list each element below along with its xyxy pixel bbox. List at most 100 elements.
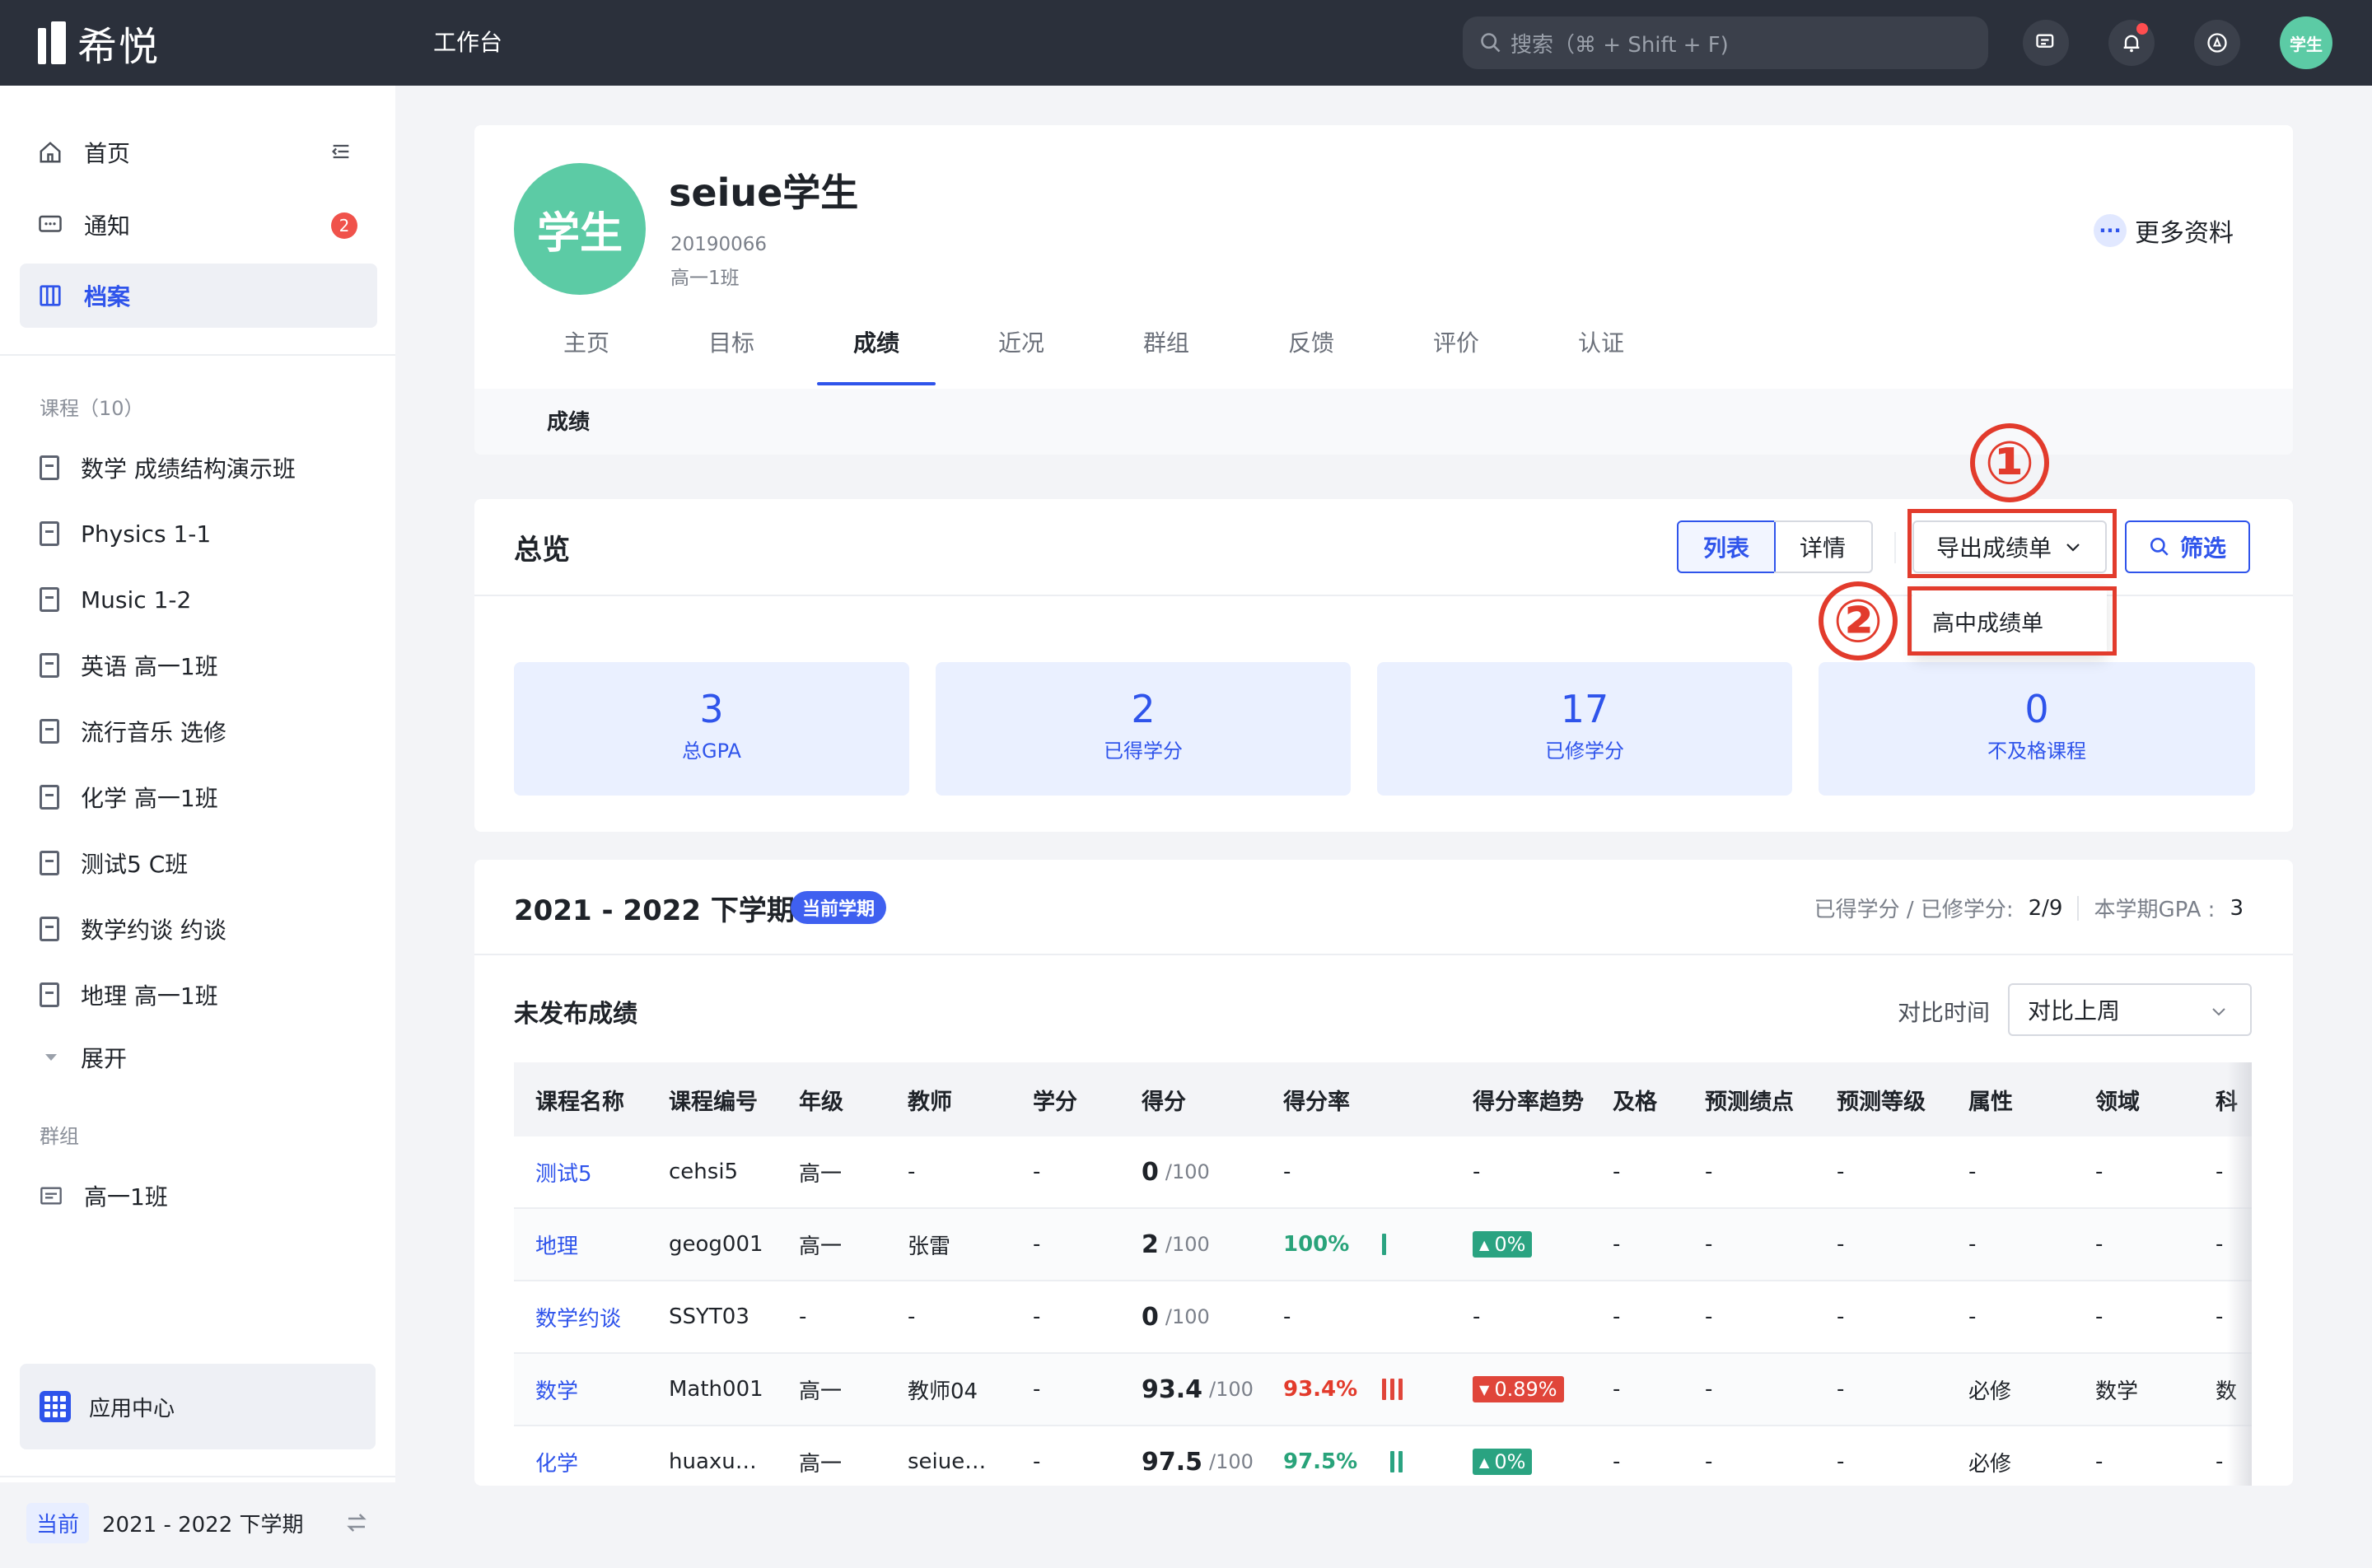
toolbar-separator bbox=[1894, 532, 1896, 563]
compare-time-label: 对比时间 bbox=[1898, 999, 1991, 1026]
settings-button[interactable] bbox=[2194, 20, 2240, 66]
workbench-link[interactable]: 工作台 bbox=[433, 25, 502, 58]
sidebar-item-home[interactable]: 首页 bbox=[20, 120, 377, 184]
unread-dot bbox=[2136, 23, 2148, 35]
tab-groups[interactable]: 群组 bbox=[1094, 323, 1239, 385]
grade-cell: 高一 bbox=[799, 1451, 843, 1477]
current-term-label: 2021 - 2022 下学期 bbox=[102, 1512, 304, 1538]
term-gpa-label: 本学期GPA : bbox=[2094, 898, 2216, 922]
sidebar-course-item[interactable]: 流行音乐 选修 bbox=[40, 707, 226, 756]
teacher-cell: seiue… bbox=[908, 1449, 987, 1474]
stat-failed-courses: 0 不及格课程 bbox=[1819, 662, 2255, 796]
sidebar-course-item[interactable]: Physics 1-1 bbox=[40, 509, 211, 558]
course-file-icon bbox=[40, 982, 59, 1007]
course-name-link[interactable]: 数学约谈 bbox=[535, 1281, 621, 1352]
view-detail-button[interactable]: 详情 bbox=[1774, 520, 1873, 573]
stat-total-gpa: 3 总GPA bbox=[514, 662, 909, 796]
course-name-link[interactable]: 化学 bbox=[535, 1426, 578, 1486]
group-label: 高一1班 bbox=[84, 1183, 168, 1211]
field-cell: - bbox=[2095, 1304, 2104, 1329]
sidebar-course-item[interactable]: Music 1-2 bbox=[40, 575, 191, 624]
course-name-link[interactable]: 数学 bbox=[535, 1354, 578, 1425]
unpublished-grades-title: 未发布成绩 bbox=[514, 1000, 637, 1029]
notification-button[interactable] bbox=[2108, 20, 2155, 66]
course-label: Music 1-2 bbox=[81, 586, 192, 614]
course-name-link[interactable]: 测试5 bbox=[535, 1136, 592, 1207]
tab-home[interactable]: 主页 bbox=[514, 323, 659, 385]
expand-courses-button[interactable]: 展开 bbox=[43, 1041, 127, 1074]
more-info-button[interactable]: ··· 更多资料 bbox=[2094, 212, 2234, 249]
subtab-grades[interactable]: 成绩 bbox=[547, 405, 590, 436]
table-row[interactable]: 化学 huaxu… 高一 seiue… - 97.5/100 97.5% ▲ 0% - - - 必修 - - bbox=[514, 1426, 2252, 1486]
sidebar-item-label: 首页 bbox=[84, 140, 131, 167]
app-center-button[interactable]: 应用中心 bbox=[20, 1364, 376, 1449]
course-name-link[interactable]: 地理 bbox=[535, 1209, 578, 1280]
column-header: 年级 bbox=[799, 1089, 843, 1115]
credit-cell: - bbox=[1033, 1449, 1041, 1474]
search-input[interactable]: 搜索（⌘ + Shift + F) bbox=[1463, 16, 1988, 69]
swap-icon[interactable] bbox=[344, 1510, 369, 1541]
compare-time-select[interactable]: 对比上周 bbox=[2008, 983, 2252, 1036]
user-avatar[interactable]: 学生 bbox=[2280, 16, 2332, 69]
stat-label: 已修学分 bbox=[1545, 740, 1624, 763]
rate-bar bbox=[1382, 1379, 1387, 1400]
subject-cell: - bbox=[2216, 1232, 2224, 1257]
score-rate-value: 93.4% bbox=[1283, 1377, 1358, 1402]
sidebar-course-item[interactable]: 地理 高一1班 bbox=[40, 970, 218, 1020]
score-max: /100 bbox=[1165, 1305, 1210, 1328]
view-list-button[interactable]: 列表 bbox=[1677, 520, 1776, 573]
term-title: 2021 - 2022 下学期 bbox=[514, 894, 795, 927]
sidebar-group-item[interactable]: 高一1班 bbox=[40, 1171, 168, 1220]
sidebar-course-item[interactable]: 化学 高一1班 bbox=[40, 772, 218, 822]
course-file-icon bbox=[40, 851, 59, 875]
collapse-sidebar-icon[interactable] bbox=[329, 140, 353, 169]
current-term-bar[interactable]: 当前 2021 - 2022 下学期 bbox=[0, 1476, 395, 1568]
tab-certification[interactable]: 认证 bbox=[1529, 323, 1674, 385]
tab-feedback[interactable]: 反馈 bbox=[1239, 323, 1384, 385]
grade-cell: - bbox=[799, 1304, 807, 1329]
stat-value: 3 bbox=[699, 687, 724, 731]
triangle-up-icon: ▲ bbox=[1479, 1454, 1490, 1470]
sidebar-item-archive[interactable]: 档案 bbox=[20, 264, 377, 328]
trend-badge: ▲ 0% bbox=[1473, 1449, 1533, 1475]
search-icon bbox=[1481, 33, 1501, 53]
rate-bars-icon bbox=[1382, 1234, 1387, 1255]
sidebar-course-item[interactable]: 数学约谈 约谈 bbox=[40, 904, 226, 954]
score-value: 2 bbox=[1142, 1230, 1159, 1259]
course-code-cell: SSYT03 bbox=[669, 1304, 749, 1329]
rate-bar bbox=[1390, 1379, 1395, 1400]
sidebar-course-item[interactable]: 测试5 C班 bbox=[40, 838, 188, 888]
sidebar-item-notice[interactable]: 通知 2 bbox=[20, 193, 377, 257]
subject-cell: - bbox=[2216, 1304, 2224, 1329]
tab-evaluation[interactable]: 评价 bbox=[1384, 323, 1529, 385]
tab-goals[interactable]: 目标 bbox=[659, 323, 804, 385]
course-label: 地理 高一1班 bbox=[81, 982, 218, 1010]
sidebar-course-item[interactable]: 数学 成绩结构演示班 bbox=[40, 443, 296, 492]
app-logo[interactable]: 希悦 bbox=[38, 18, 160, 70]
message-button[interactable] bbox=[2023, 20, 2069, 66]
course-label: Physics 1-1 bbox=[81, 520, 212, 548]
table-row[interactable]: 测试5 cehsi5 高一 - - 0/100 - - - - - - - - bbox=[514, 1136, 2252, 1209]
score-rate-value: 97.5% bbox=[1283, 1449, 1358, 1474]
trend-value: 0% bbox=[1494, 1450, 1526, 1473]
sidebar-course-item[interactable]: 英语 高一1班 bbox=[40, 641, 218, 690]
table-row[interactable]: 数学约谈 SSYT03 - - - 0/100 - - - - - - - - bbox=[514, 1281, 2252, 1354]
table-row[interactable]: 地理 geog001 高一 张雷 - 2/100 100% ▲ 0% - - - - - - bbox=[514, 1209, 2252, 1281]
tab-grades[interactable]: 成绩 bbox=[804, 323, 949, 385]
tab-recent[interactable]: 近况 bbox=[949, 323, 1094, 385]
stat-value: 2 bbox=[1131, 687, 1156, 731]
archive-icon bbox=[38, 283, 63, 308]
attribute-cell: - bbox=[1968, 1232, 1977, 1257]
score-max: /100 bbox=[1209, 1450, 1254, 1473]
score-cell: 97.5/100 bbox=[1142, 1426, 1254, 1486]
sidebar-item-label: 通知 bbox=[84, 212, 131, 240]
stat-label: 已得学分 bbox=[1104, 740, 1183, 763]
predicted-level-cell: - bbox=[1837, 1160, 1845, 1184]
horizontal-scroll-fade bbox=[2227, 1062, 2252, 1486]
filter-button[interactable]: 筛选 bbox=[2125, 520, 2250, 573]
field-cell: - bbox=[2095, 1232, 2104, 1257]
table-row[interactable]: 数学 Math001 高一 教师04 - 93.4/100 93.4% ▼ 0.89% - - - 必修… bbox=[514, 1354, 2252, 1426]
chat-icon bbox=[38, 212, 63, 237]
chevron-down-icon bbox=[2212, 1008, 2225, 1016]
predicted-level-cell: - bbox=[1837, 1232, 1845, 1257]
